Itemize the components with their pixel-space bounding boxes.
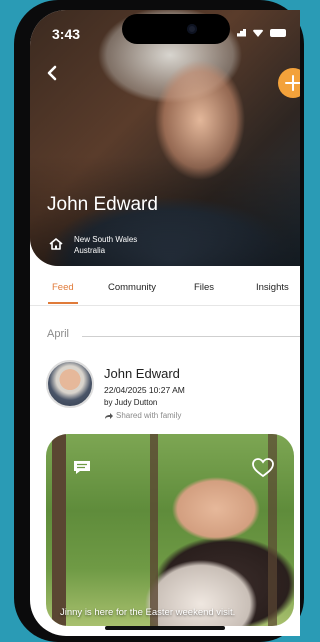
home-icon [49, 238, 63, 250]
comment-icon[interactable] [73, 460, 91, 475]
add-button[interactable] [278, 68, 300, 98]
back-button[interactable] [42, 62, 64, 84]
post-author-name[interactable]: John Edward [104, 366, 180, 381]
post-photo[interactable]: Jinny is here for the Easter weekend vis… [46, 434, 294, 626]
status-time: 3:43 [52, 26, 81, 42]
photo-caption: Jinny is here for the Easter weekend vis… [60, 607, 236, 618]
signal-icon [234, 28, 246, 37]
share-arrow-icon [105, 412, 113, 419]
profile-name: John Edward [47, 194, 158, 215]
location-region: New South Wales [74, 235, 138, 244]
app-screen: 3:43 John Edward New South Wales Austral… [30, 10, 300, 636]
profile-hero-image [30, 10, 300, 266]
plus-icon [285, 75, 300, 91]
tab-community[interactable]: Community [108, 282, 156, 293]
back-chevron-icon [47, 65, 57, 81]
post-datetime: 22/04/2025 10:27 AM [104, 385, 185, 395]
tab-insights[interactable]: Insights [256, 282, 289, 293]
post-shared-status: Shared with family [104, 411, 181, 420]
section-divider [82, 336, 300, 337]
home-indicator[interactable] [105, 626, 225, 630]
status-icons [234, 28, 286, 37]
tab-bar: Feed Community Files Insights [30, 282, 300, 306]
post-author-avatar[interactable] [46, 360, 94, 408]
tab-feed[interactable]: Feed [52, 282, 74, 293]
wifi-icon [252, 29, 264, 37]
active-tab-indicator [48, 302, 78, 304]
shared-label: Shared with family [116, 411, 182, 420]
section-month-label: April [47, 328, 70, 340]
tabs-divider [30, 305, 300, 306]
heart-icon[interactable] [252, 458, 274, 478]
location-country: Australia [74, 246, 106, 255]
battery-icon [270, 28, 286, 37]
dynamic-island [122, 14, 230, 44]
post-by-line: by Judy Dutton [104, 398, 158, 407]
profile-location: New South Wales Australia [48, 234, 137, 256]
tab-files[interactable]: Files [194, 282, 214, 293]
